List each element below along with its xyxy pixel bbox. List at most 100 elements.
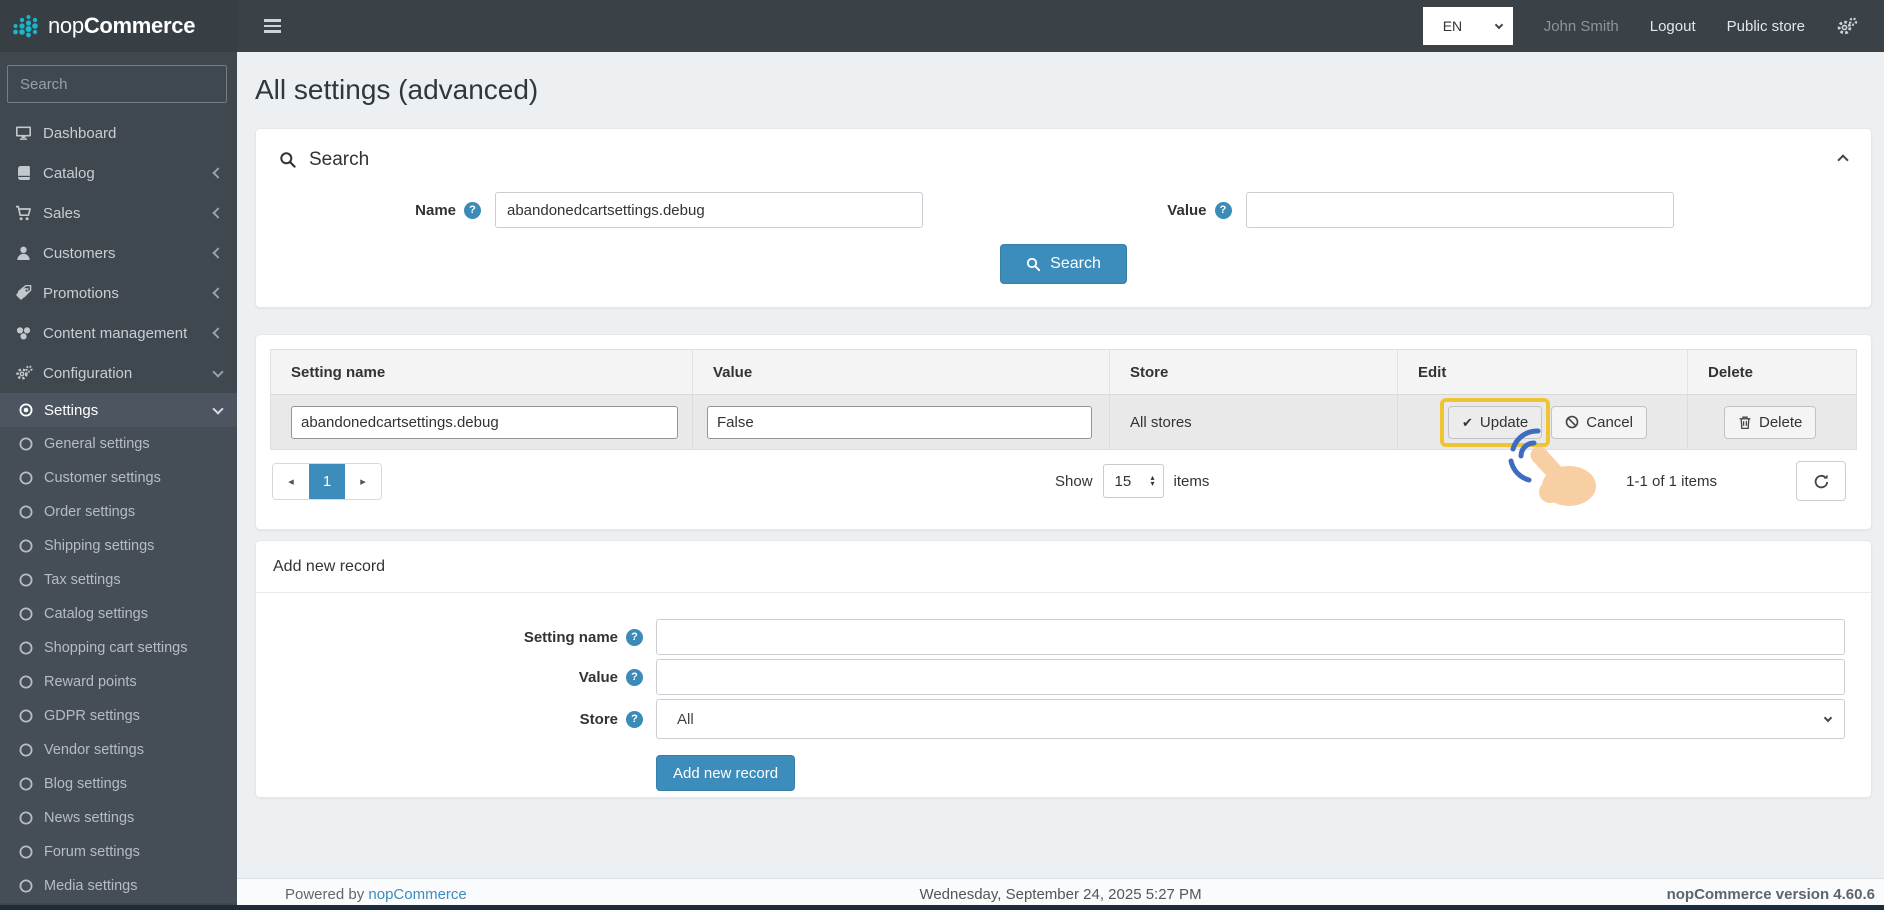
sidebar-search-input[interactable] [20, 75, 219, 93]
sidebar-item-catalog-settings[interactable]: Catalog settings [0, 597, 237, 631]
chevron-down-icon [212, 365, 224, 378]
items-label: items [1173, 472, 1210, 490]
page-number-1[interactable]: 1 [309, 463, 345, 499]
search-value-input[interactable] [1245, 192, 1674, 228]
update-button[interactable]: ✔ Update [1448, 405, 1543, 439]
cancel-button[interactable]: Cancel [1551, 405, 1647, 439]
add-record-form: Setting name ? Value ? Store ? All Add n… [256, 593, 1871, 791]
column-header-value: Value [693, 350, 1110, 395]
prev-page-button[interactable]: ◂ [273, 463, 309, 499]
language-selected: EN [1442, 18, 1463, 34]
sidebar-item-blog-settings[interactable]: Blog settings [0, 767, 237, 801]
nopcommerce-link[interactable]: nopCommerce [368, 886, 466, 903]
circle-icon [15, 641, 36, 655]
sidebar-item-settings[interactable]: Settings [0, 393, 237, 427]
app-header: nopCommerce EN John Smith Logout Public … [0, 0, 1884, 52]
add-new-record-button[interactable]: Add new record [656, 755, 796, 791]
dot-circle-icon [15, 403, 36, 417]
new-value-input[interactable] [656, 659, 1845, 695]
cart-icon [13, 205, 34, 221]
monitor-icon [13, 125, 34, 141]
sidebar-item-general-settings[interactable]: General settings [0, 427, 237, 461]
circle-icon [15, 743, 36, 757]
search-name-input[interactable] [495, 192, 923, 228]
brand-text: nopCommerce [48, 13, 196, 38]
brand-logo[interactable]: nopCommerce [0, 0, 237, 52]
configuration-submenu: Settings General settings Customer setti… [0, 393, 237, 903]
circle-icon [15, 471, 36, 485]
page-title: All settings (advanced) [255, 74, 539, 105]
table-row-edit-cell: ✔ Update Cancel [1398, 395, 1688, 449]
sidebar-item-customer-settings[interactable]: Customer settings [0, 461, 237, 495]
logout-link[interactable]: Logout [1650, 18, 1696, 35]
search-form: Name ? Value ? [256, 192, 1871, 228]
sidebar-item-tax-settings[interactable]: Tax settings [0, 563, 237, 597]
sidebar-item-customers[interactable]: Customers [0, 233, 237, 273]
column-header-delete: Delete [1688, 350, 1856, 395]
next-page-button[interactable]: ▸ [345, 463, 381, 499]
check-icon: ✔ [1462, 414, 1473, 430]
sidebar-item-media-settings[interactable]: Media settings [0, 869, 237, 903]
new-setting-name-input[interactable] [656, 619, 1845, 655]
sidebar-item-shipping-settings[interactable]: Shipping settings [0, 529, 237, 563]
row-value-input[interactable] [707, 405, 1092, 439]
search-panel-title: Search [309, 149, 370, 170]
chevron-left-icon [212, 167, 224, 179]
sidebar-item-reward-points[interactable]: Reward points [0, 665, 237, 699]
sidebar-item-catalog[interactable]: Catalog [0, 153, 237, 193]
sidebar-item-gdpr-settings[interactable]: GDPR settings [0, 699, 237, 733]
sidebar-item-forum-settings[interactable]: Forum settings [0, 835, 237, 869]
sidebar-item-shopping-cart-settings[interactable]: Shopping cart settings [0, 631, 237, 665]
collapse-panel-button[interactable] [1837, 151, 1849, 169]
help-icon[interactable]: ? [1214, 201, 1232, 219]
sidebar-item-promotions[interactable]: Promotions [0, 273, 237, 313]
ban-icon [1565, 415, 1579, 429]
chevron-up-icon [1837, 154, 1849, 166]
search-icon [1027, 257, 1041, 271]
sidebar-item-dashboard[interactable]: Dashboard [0, 113, 237, 153]
book-icon [13, 165, 34, 181]
chevron-left-icon [212, 287, 224, 299]
pagination: ◂ 1 ▸ [272, 462, 382, 500]
page-size-select[interactable]: 15 ▴ ▾ [1102, 464, 1164, 498]
help-icon[interactable]: ? [464, 201, 481, 219]
search-button[interactable]: Search [1000, 244, 1127, 284]
row-store-value: All stores [1130, 413, 1192, 431]
circle-icon [15, 607, 36, 621]
delete-button[interactable]: Delete [1724, 405, 1817, 439]
items-range-label: 1-1 of 1 items [1626, 472, 1717, 490]
circle-icon [15, 437, 36, 451]
chevron-down-icon [212, 402, 224, 415]
store-label: Store [579, 710, 618, 728]
sidebar-item-configuration[interactable]: Configuration [0, 353, 237, 393]
help-icon[interactable]: ? [626, 628, 643, 646]
sidebar-item-order-settings[interactable]: Order settings [0, 495, 237, 529]
help-icon[interactable]: ? [626, 668, 643, 686]
circle-icon [15, 845, 36, 859]
sidebar-toggle-icon[interactable] [264, 19, 281, 33]
settings-gear-icon[interactable] [1836, 16, 1858, 36]
chevron-left-icon [212, 247, 224, 259]
footer-datetime: Wednesday, September 24, 2025 5:27 PM [919, 886, 1202, 903]
page-size-group: Show 15 ▴ ▾ items [1055, 464, 1209, 498]
chevron-down-icon [1823, 713, 1833, 722]
search-value-group: Value ? [1064, 192, 1872, 228]
powered-by: Powered by nopCommerce [285, 886, 467, 903]
public-store-link[interactable]: Public store [1727, 18, 1805, 35]
sidebar-item-news-settings[interactable]: News settings [0, 801, 237, 835]
sidebar-item-sales[interactable]: Sales [0, 193, 237, 233]
circle-icon [15, 777, 36, 791]
help-icon[interactable]: ? [626, 710, 643, 728]
header-right-group: EN John Smith Logout Public store [1422, 7, 1884, 45]
store-select[interactable]: All [656, 699, 1845, 739]
sidebar-item-content-management[interactable]: Content management [0, 313, 237, 353]
sidebar-item-vendor-settings[interactable]: Vendor settings [0, 733, 237, 767]
row-setting-name-input[interactable] [291, 405, 678, 439]
main-content: All settings (advanced) Search Name ? Va… [237, 52, 1884, 910]
chevron-down-icon [1494, 20, 1503, 29]
refresh-button[interactable] [1796, 461, 1846, 501]
language-select[interactable]: EN [1422, 7, 1513, 45]
circle-icon [15, 539, 36, 553]
add-record-title: Add new record [256, 541, 1871, 593]
shapes-icon [13, 325, 34, 341]
